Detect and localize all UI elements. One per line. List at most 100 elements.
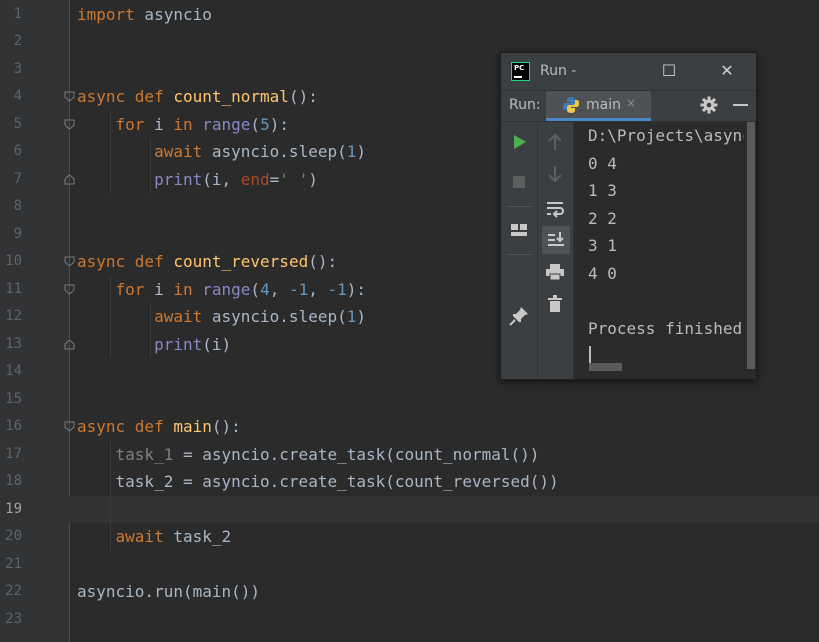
print-icon[interactable] bbox=[543, 260, 567, 284]
line-number: 18 bbox=[5, 473, 22, 489]
code-token: main bbox=[173, 417, 212, 436]
code-line[interactable]: 20 await task_2 bbox=[0, 523, 819, 551]
code-token: -1 bbox=[288, 279, 309, 299]
tab-close-icon[interactable]: × bbox=[626, 96, 636, 110]
console-line: D:\Projects\async bbox=[588, 126, 744, 145]
minimize-icon[interactable] bbox=[733, 104, 748, 106]
maximize-button[interactable]: ☐ bbox=[647, 57, 691, 85]
line-number: 16 bbox=[5, 418, 22, 434]
code-token: count_reversed bbox=[173, 252, 309, 271]
python-icon bbox=[563, 97, 579, 113]
code-token: i bbox=[144, 114, 174, 134]
pycharm-logo-icon: PC bbox=[511, 62, 530, 81]
code-token: for bbox=[115, 114, 145, 134]
code-text: await asyncio.sleep(1) bbox=[77, 138, 366, 166]
gear-icon[interactable] bbox=[700, 96, 718, 114]
line-number: 17 bbox=[5, 445, 22, 462]
line-number: 12 bbox=[5, 308, 22, 324]
fold-open-icon[interactable] bbox=[64, 421, 75, 432]
run-toolbar-secondary bbox=[538, 122, 574, 379]
line-number: 13 bbox=[5, 335, 22, 352]
run-window-titlebar[interactable]: PC Run - ☐ ✕ bbox=[501, 53, 756, 91]
code-token: count_normal bbox=[173, 87, 289, 106]
trash-icon[interactable] bbox=[543, 292, 567, 316]
arrow-down-icon[interactable] bbox=[543, 162, 567, 186]
console-line: 3 1 bbox=[588, 236, 617, 255]
code-token: -1 bbox=[327, 279, 347, 299]
code-token: asyncio bbox=[134, 4, 212, 24]
scroll-to-end-icon bbox=[548, 232, 564, 246]
code-token: ) bbox=[356, 142, 367, 161]
tab-main-label: main bbox=[586, 97, 621, 113]
code-line[interactable]: 19 bbox=[0, 495, 819, 523]
code-token: for bbox=[115, 279, 145, 299]
scroll-to-end-toggle[interactable] bbox=[542, 226, 570, 254]
play-icon[interactable] bbox=[507, 130, 531, 154]
code-token: task_1 bbox=[115, 444, 174, 464]
code-line[interactable]: 18 task_2 = asyncio.create_task(count_re… bbox=[0, 468, 819, 496]
code-token: import bbox=[77, 4, 135, 24]
code-token: range bbox=[202, 114, 251, 134]
close-window-button[interactable]: ✕ bbox=[705, 57, 749, 85]
code-line[interactable]: 15 bbox=[0, 386, 819, 414]
code-token: task_2 = asyncio.create_task(count_rever… bbox=[77, 472, 559, 491]
vertical-scrollbar-thumb[interactable] bbox=[747, 122, 755, 369]
fold-open-icon[interactable] bbox=[64, 91, 75, 102]
run-tab-bar: Run: main × bbox=[501, 91, 756, 122]
code-token: ): bbox=[269, 114, 289, 134]
code-token: asyncio.run(main()) bbox=[77, 582, 261, 601]
line-number: 1 bbox=[13, 5, 22, 22]
code-token: (): bbox=[288, 87, 318, 106]
toolbar-separator bbox=[507, 206, 531, 207]
code-line[interactable]: 21 bbox=[0, 551, 819, 579]
code-token: ' ' bbox=[279, 169, 309, 189]
console-line: 4 0 bbox=[588, 263, 617, 283]
code-token: end bbox=[240, 169, 270, 189]
code-token: 5 bbox=[260, 114, 270, 134]
indent-guide bbox=[110, 110, 111, 193]
code-line[interactable]: 16 async def main(): bbox=[0, 413, 819, 441]
layout-icon[interactable] bbox=[507, 218, 531, 242]
line-number: 8 bbox=[13, 198, 22, 214]
arrow-up-icon[interactable] bbox=[543, 130, 567, 154]
horizontal-scrollbar-thumb[interactable] bbox=[589, 363, 622, 371]
code-line[interactable]: 1 import asyncio bbox=[0, 1, 819, 29]
line-number: 6 bbox=[13, 143, 22, 159]
code-token: ( bbox=[250, 279, 261, 299]
code-text: asyncio.run(main()) bbox=[77, 578, 260, 606]
run-tool-window[interactable]: PC Run - ☐ ✕ Run: main × D:\Projects\asy… bbox=[500, 52, 757, 380]
tab-main[interactable]: main × bbox=[546, 91, 651, 121]
code-token: 1 bbox=[346, 307, 357, 326]
fold-end-icon[interactable] bbox=[64, 338, 75, 350]
code-token: task_2 bbox=[163, 527, 232, 546]
window-title: Run - bbox=[540, 63, 577, 79]
code-token: print bbox=[154, 169, 203, 189]
code-line[interactable]: 22 asyncio.run(main()) bbox=[0, 578, 819, 606]
code-token: , bbox=[269, 279, 289, 299]
fold-open-icon[interactable] bbox=[64, 284, 75, 295]
console-output[interactable]: D:\Projects\async 0 4 1 3 2 2 3 1 4 0 Process … bbox=[574, 122, 744, 379]
code-line[interactable]: 17 task_1 = asyncio.create_task(count_no… bbox=[0, 441, 819, 469]
pin-icon[interactable] bbox=[507, 304, 531, 328]
line-number: 14 bbox=[5, 363, 22, 379]
stop-icon[interactable] bbox=[507, 170, 531, 194]
code-line[interactable]: 23 bbox=[0, 606, 819, 634]
code-token: = bbox=[269, 169, 280, 189]
vertical-scrollbar[interactable] bbox=[746, 122, 756, 379]
code-token: (i, bbox=[202, 169, 241, 189]
code-token: asyncio.sleep( bbox=[202, 142, 347, 161]
fold-open-icon[interactable] bbox=[64, 119, 75, 130]
soft-wrap-icon[interactable] bbox=[543, 196, 567, 220]
code-token: async def bbox=[77, 417, 164, 436]
line-number: 19 bbox=[5, 500, 22, 517]
close-icon: ✕ bbox=[720, 61, 734, 80]
line-number: 21 bbox=[5, 555, 22, 572]
code-text: for i in range(4, -1, -1): bbox=[77, 276, 367, 304]
code-text: task_2 = asyncio.create_task(count_rever… bbox=[77, 468, 559, 496]
fold-open-icon[interactable] bbox=[64, 256, 75, 267]
code-text: async def count_reversed(): bbox=[77, 248, 337, 276]
fold-end-icon[interactable] bbox=[64, 173, 75, 185]
